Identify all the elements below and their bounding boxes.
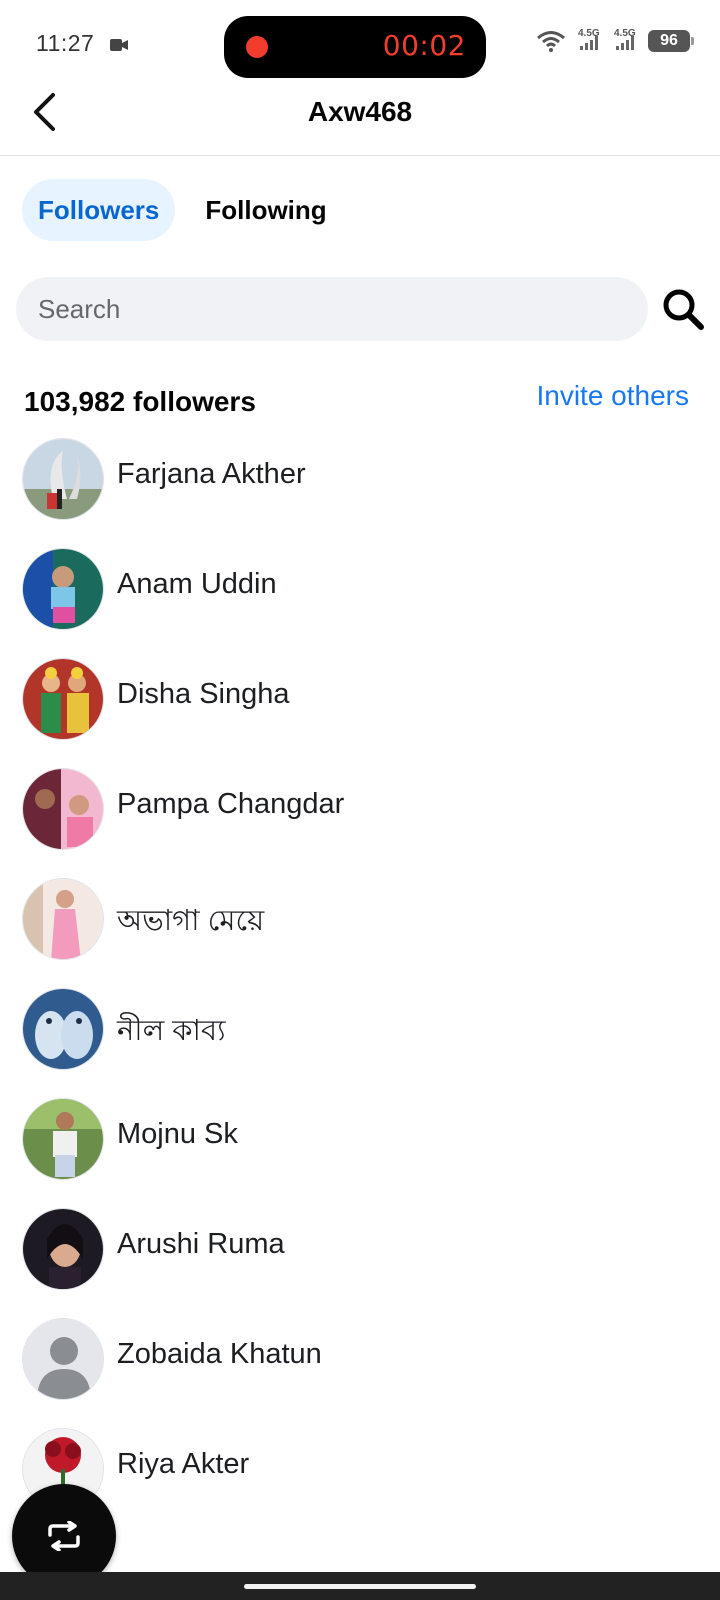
avatar [22,988,104,1070]
system-icons: 4.5G 4.5G 96 [536,28,694,52]
search-icon [663,289,704,330]
list-item[interactable]: Pampa Changdar [0,766,720,878]
follower-name: Pampa Changdar [117,788,345,820]
status-time: 11:27 [36,30,95,56]
search-input[interactable] [16,277,648,341]
tab-bar: Followers Following [22,179,343,241]
avatar [22,878,104,960]
list-item[interactable]: Mojnu Sk [0,1096,720,1208]
avatar [22,768,104,850]
home-indicator[interactable] [244,1584,476,1589]
avatar [22,548,104,630]
tab-followers[interactable]: Followers [22,179,176,241]
recording-dot-icon [246,36,268,58]
follower-name: Zobaida Khatun [117,1338,322,1370]
default-avatar-icon [23,1319,103,1399]
list-item[interactable]: Farjana Akther [0,436,720,548]
signal-icon-1: 4.5G [576,28,602,52]
battery-icon: 96 [648,30,694,52]
invite-others-link[interactable]: Invite others [536,380,689,412]
search-button[interactable] [660,286,706,332]
recording-timer: 00:02 [382,29,466,62]
system-nav-bar [0,1572,720,1600]
tab-following[interactable]: Following [189,179,342,241]
avatar [22,1318,104,1400]
follower-name: Arushi Ruma [117,1228,285,1260]
wifi-icon [537,31,565,52]
screen-recording-pill[interactable]: 00:02 [224,16,486,78]
follower-name: Riya Akter [117,1448,250,1480]
follower-name: অভাগা মেয়ে [117,905,265,937]
follower-name: Anam Uddin [117,568,277,600]
followers-count: 103,982 followers [24,386,256,417]
top-app-bar: Axw468 [0,80,720,156]
list-item[interactable]: Anam Uddin [0,546,720,658]
status-bar: 11:27 00:02 4.5G 4.5G 96 [0,0,720,92]
list-item[interactable]: নীল কাব্য [0,986,720,1098]
follower-name: Mojnu Sk [117,1118,238,1150]
video-camera-icon [110,39,128,51]
follower-name: Farjana Akther [117,458,306,490]
repeat-icon [48,1521,80,1551]
list-item[interactable]: Zobaida Khatun [0,1316,720,1428]
follower-name: Disha Singha [117,678,290,710]
list-item[interactable]: Disha Singha [0,656,720,768]
page-title: Axw468 [307,96,413,127]
list-item[interactable]: Arushi Ruma [0,1206,720,1318]
avatar [22,1208,104,1290]
signal-icon-2: 4.5G [612,28,638,52]
follower-name: নীল কাব্য [117,1015,226,1047]
avatar [22,658,104,740]
list-item[interactable]: অভাগা মেয়ে [0,876,720,988]
avatar [22,1098,104,1180]
search-box [16,277,648,341]
avatar [22,438,104,520]
